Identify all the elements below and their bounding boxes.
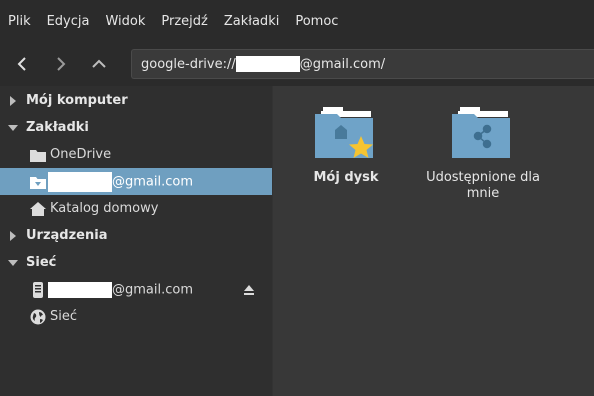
up-button[interactable] [85, 50, 113, 78]
section-title: Zakładki [26, 120, 89, 135]
folder-icon [30, 147, 46, 163]
section-title: Mój komputer [26, 93, 128, 108]
home-icon [30, 201, 46, 217]
sidebar-item-onedrive[interactable]: OneDrive [0, 141, 272, 168]
network-globe-icon [30, 309, 46, 325]
redacted-account [48, 171, 112, 192]
section-moj-komputer[interactable]: Mój komputer [0, 87, 272, 114]
section-siec[interactable]: Sieć [0, 249, 272, 276]
shared-folder-icon [450, 104, 516, 160]
file-manager-window: Plik Edycja Widok Przejdź Zakładki Pomoc… [0, 0, 594, 396]
sidebar-item-gdrive[interactable]: @gmail.com [0, 168, 272, 195]
expand-down-icon[interactable] [8, 258, 18, 268]
location-suffix: @gmail.com/ [299, 56, 386, 72]
folder-download-icon [30, 174, 46, 190]
location-prefix: google-drive:// [141, 56, 236, 72]
redacted-account [48, 281, 112, 298]
forward-button[interactable] [47, 50, 75, 78]
redacted-username [235, 56, 300, 72]
menu-przejdz[interactable]: Przejdź [153, 14, 207, 29]
file-view: Mój dysk Udostępnione dla mnie [273, 86, 594, 396]
up-arrow-icon [92, 59, 106, 68]
file-item-udostepnione[interactable]: Udostępnione dla mnie [423, 104, 543, 202]
expand-down-icon[interactable] [8, 123, 18, 133]
section-zakladki[interactable]: Zakładki [0, 114, 272, 141]
menu-widok[interactable]: Widok [97, 14, 145, 29]
sidebar-item-gdrive-mount[interactable]: @gmail.com [0, 276, 272, 303]
eject-icon[interactable] [243, 284, 255, 296]
sidebar: Mój komputer Zakładki OneDrive @gmail.co… [0, 86, 272, 396]
sidebar-item-network[interactable]: Sieć [0, 303, 272, 330]
sidebar-item-label: OneDrive [50, 147, 112, 162]
sidebar-item-home[interactable]: Katalog domowy [0, 195, 272, 222]
location-bar[interactable]: google-drive:// @gmail.com/ [131, 49, 594, 79]
section-title: Urządzenia [26, 228, 108, 243]
toolbar: google-drive:// @gmail.com/ [0, 42, 594, 86]
menu-zakladki[interactable]: Zakładki [216, 14, 279, 29]
sidebar-item-label: @gmail.com [48, 281, 193, 298]
expand-right-icon[interactable] [8, 95, 18, 106]
file-name: Mój dysk [313, 170, 379, 185]
back-arrow-icon [17, 57, 26, 71]
menu-edycja[interactable]: Edycja [39, 14, 90, 29]
drive-icon [30, 281, 46, 298]
expand-right-icon[interactable] [8, 230, 18, 241]
section-urzadzenia[interactable]: Urządzenia [0, 222, 272, 249]
back-button[interactable] [8, 50, 36, 78]
forward-arrow-icon [57, 57, 66, 71]
my-drive-folder-icon [313, 104, 379, 160]
file-name: Udostępnione dla mnie [426, 170, 540, 201]
section-title: Sieć [26, 255, 57, 270]
sidebar-item-label: Katalog domowy [50, 201, 159, 216]
sidebar-item-label: Sieć [50, 309, 78, 324]
sidebar-item-label: @gmail.com [48, 171, 193, 192]
menu-pomoc[interactable]: Pomoc [287, 14, 338, 29]
menu-plik[interactable]: Plik [0, 14, 31, 29]
menu-bar: Plik Edycja Widok Przejdź Zakładki Pomoc [0, 0, 594, 42]
file-item-moj-dysk[interactable]: Mój dysk [286, 104, 406, 186]
